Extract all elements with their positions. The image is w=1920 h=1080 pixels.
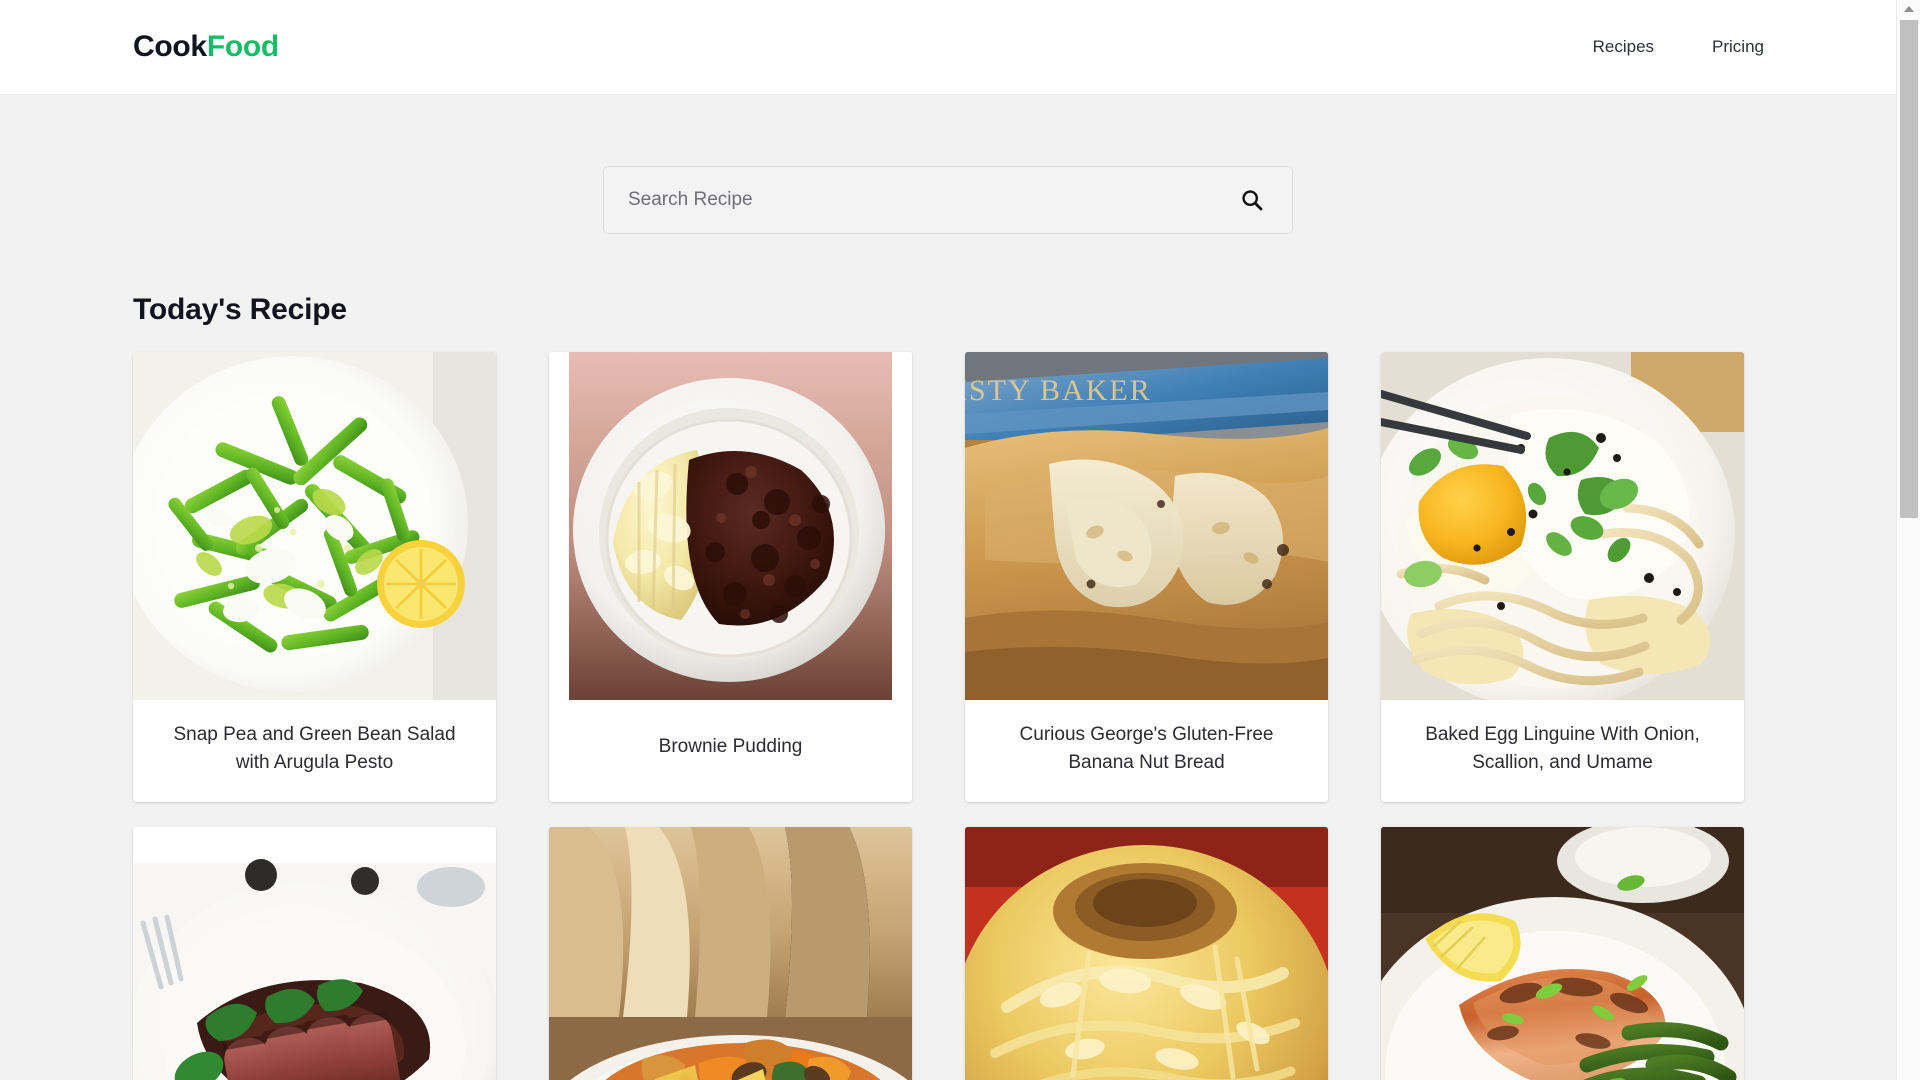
search-section (0, 95, 1896, 234)
ratatouille-photo (549, 827, 912, 1080)
search-box[interactable] (603, 166, 1293, 234)
glazed-bundt-cake-photo (965, 827, 1328, 1080)
recipe-image-container: ISTY BAKER (965, 352, 1328, 700)
recipe-title: Snap Pea and Green Bean Salad with Arugu… (173, 724, 456, 773)
site-header: CookFood Recipes Pricing (0, 0, 1896, 95)
page-title: Today's Recipe (133, 293, 347, 326)
recipe-card[interactable]: Baked Egg Linguine With Onion, Scallion,… (1381, 352, 1744, 803)
vertical-scrollbar[interactable] (1896, 0, 1920, 1080)
recipe-title: Curious George's Gluten-Free Banana Nut … (1019, 724, 1274, 773)
logo-text-accent: Food (206, 30, 279, 63)
search-input[interactable] (604, 167, 1292, 233)
recipe-title: Brownie Pudding (658, 736, 803, 757)
recipe-card[interactable] (133, 827, 496, 1080)
brownie-pudding-photo (568, 352, 893, 700)
recipe-card[interactable]: Snap Pea and Green Bean Salad with Arugu… (133, 352, 496, 803)
nav-link-recipes[interactable]: Recipes (1593, 37, 1654, 57)
recipe-image-container (965, 827, 1328, 1080)
recipe-grid: Snap Pea and Green Bean Salad with Arugu… (133, 352, 1748, 1080)
baked-egg-linguine-photo (1381, 352, 1744, 700)
recipe-image-container (549, 352, 912, 700)
recipe-card[interactable] (965, 827, 1328, 1080)
sliced-duck-breast-photo (133, 827, 496, 1080)
main-navigation: Recipes Pricing (1593, 37, 1764, 57)
salmon-green-beans-photo (1381, 827, 1744, 1080)
image-watermark-text: ISTY BAKER (965, 374, 1152, 407)
recipe-image-container (133, 827, 496, 1080)
recipe-image-container (549, 827, 912, 1080)
recipe-image-container (1381, 352, 1744, 700)
recipe-image-container (1381, 827, 1744, 1080)
recipe-card[interactable] (549, 827, 912, 1080)
recipe-card[interactable] (1381, 827, 1744, 1080)
green-bean-salad-photo (133, 352, 496, 700)
recipe-title: Baked Egg Linguine With Onion, Scallion,… (1425, 724, 1700, 773)
banana-nut-bread-photo: ISTY BAKER (965, 352, 1328, 700)
recipe-card[interactable]: ISTY BAKER Curious George's Gluten-Free … (965, 352, 1328, 803)
site-logo[interactable]: CookFood (133, 32, 279, 62)
scroll-up-button[interactable] (1897, 0, 1920, 17)
nav-link-pricing[interactable]: Pricing (1712, 37, 1764, 57)
page-viewport: CookFood Recipes Pricing Today's Recipe (0, 0, 1896, 1080)
scroll-up-arrow-icon (1903, 5, 1914, 12)
recipe-image-container (133, 352, 496, 700)
search-icon[interactable] (1240, 188, 1264, 212)
scrollbar-thumb[interactable] (1900, 20, 1918, 518)
recipe-card[interactable]: Brownie Pudding (549, 352, 912, 803)
logo-text-primary: Cook (133, 30, 207, 63)
browser-page: CookFood Recipes Pricing Today's Recipe (0, 0, 1920, 1080)
